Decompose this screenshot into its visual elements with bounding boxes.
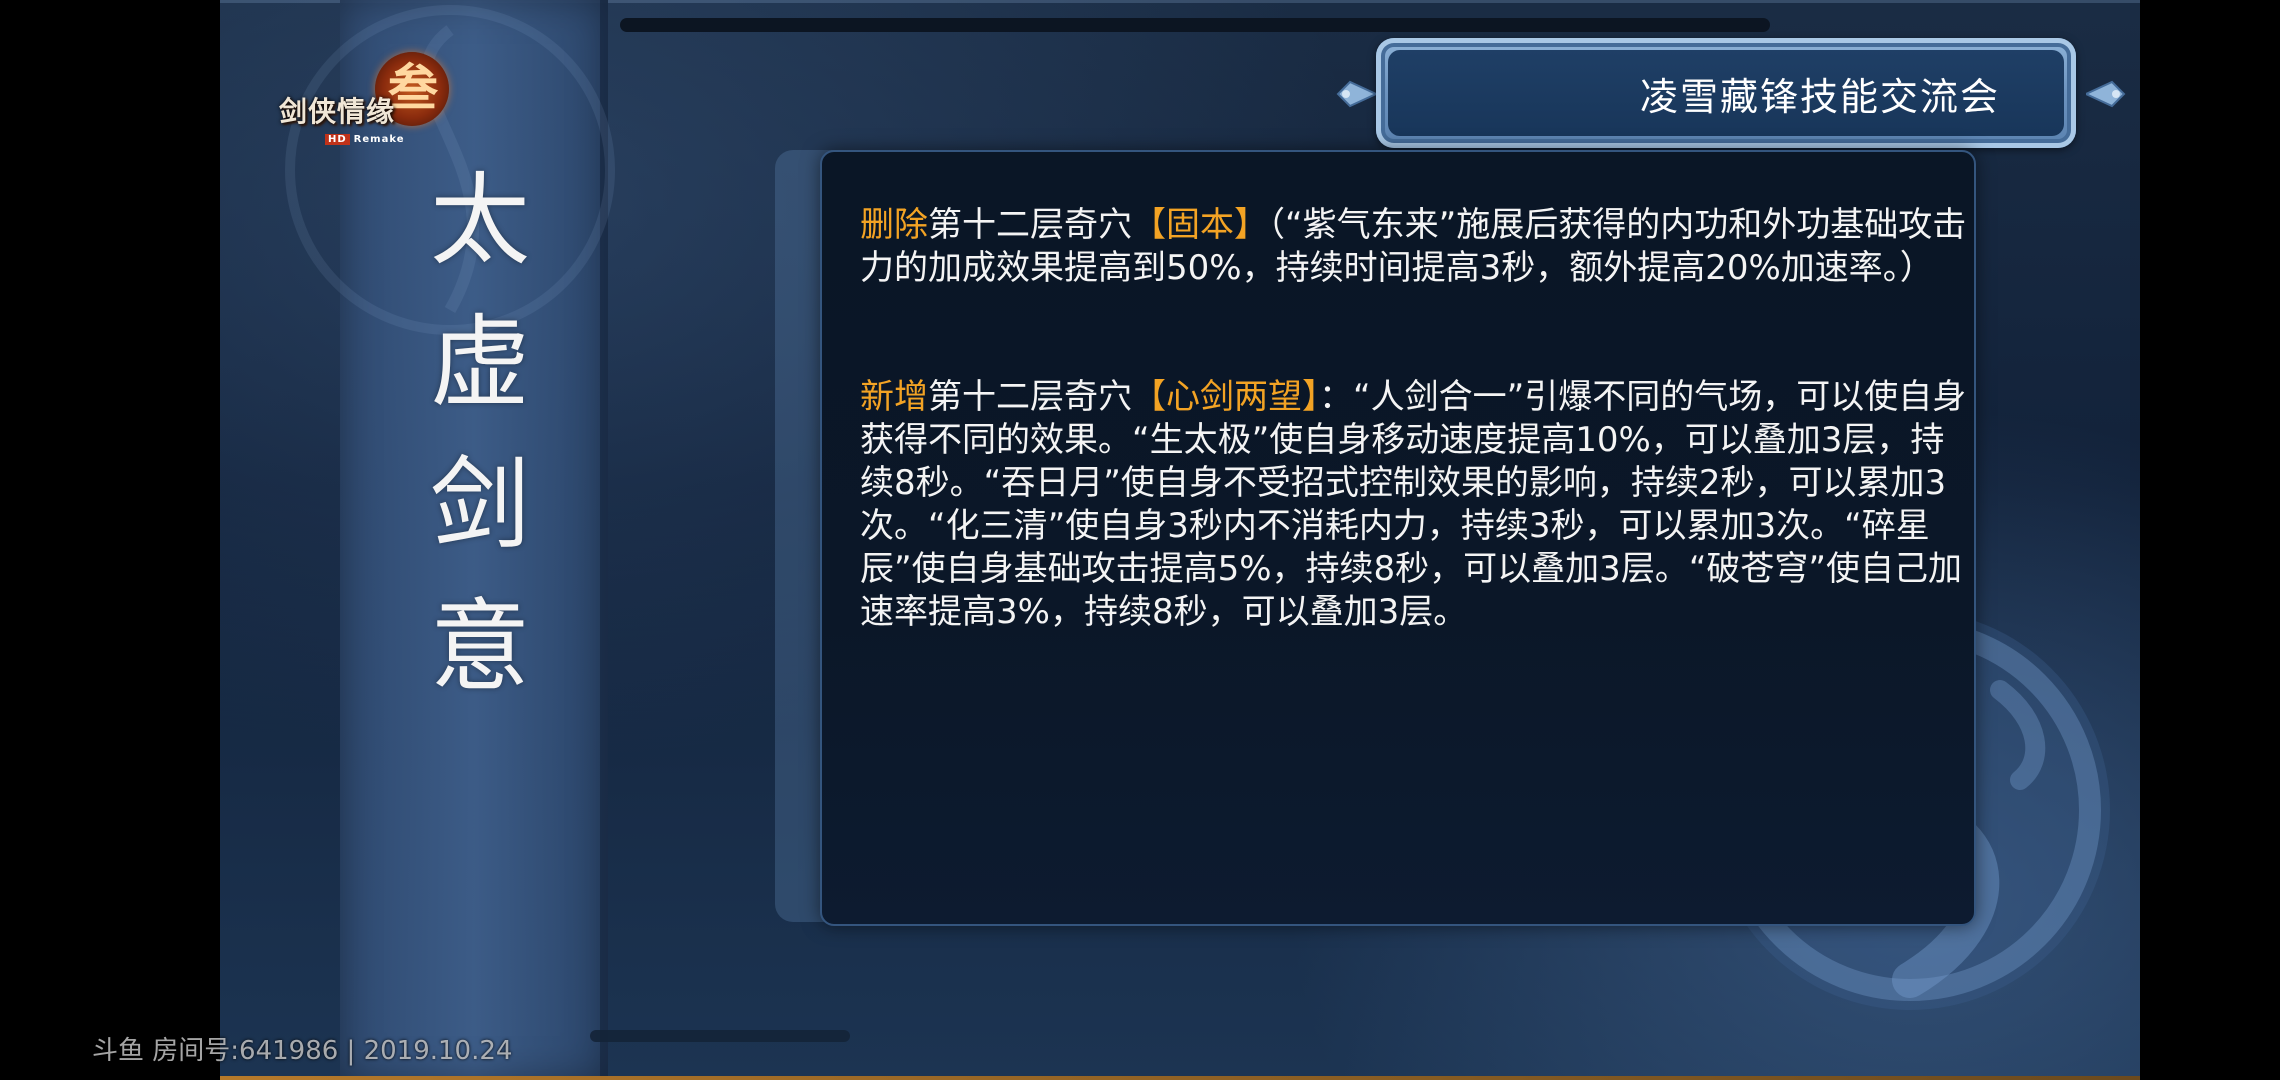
change-prefix: 第十二层奇穴: [928, 205, 1132, 245]
screen: 叁 剑侠情缘 HD Remake 太 虚 剑 意 凌雪藏锋技能交流会 删除第十二…: [0, 0, 2280, 1080]
vertical-title-char: 虚: [430, 304, 530, 421]
change-prefix: 第十二层奇穴: [928, 377, 1132, 417]
banner-ornament-left-icon: [1336, 80, 1376, 108]
change-action: 新增: [860, 377, 928, 417]
banner-ornament-right-icon: [2086, 80, 2126, 108]
vertical-title: 太 虚 剑 意: [410, 150, 550, 718]
presentation-slide: 叁 剑侠情缘 HD Remake 太 虚 剑 意 凌雪藏锋技能交流会 删除第十二…: [220, 0, 2140, 1080]
talent-name: 【心剑两望】: [1132, 377, 1319, 417]
vertical-title-char: 意: [430, 588, 530, 705]
stream-watermark: 斗鱼 房间号:641986 | 2019.10.24: [92, 1036, 513, 1066]
change-entry-added: 新增第十二层奇穴【心剑两望】：“人剑合一”引爆不同的气场，可以使自身获得不同的效…: [860, 376, 1970, 634]
vertical-title-char: 剑: [430, 446, 530, 563]
change-action: 删除: [860, 205, 928, 245]
header-banner: 凌雪藏锋技能交流会: [1336, 38, 2126, 154]
game-logo: 叁 剑侠情缘 HD Remake: [265, 52, 455, 145]
content-panel: 删除第十二层奇穴【固本】（“紫气东来”施展后获得的内功和外功基础攻击力的加成效果…: [820, 150, 1976, 926]
panel-content: 删除第十二层奇穴【固本】（“紫气东来”施展后获得的内功和外功基础攻击力的加成效果…: [860, 204, 1970, 634]
talent-name: 【固本】: [1132, 205, 1268, 245]
top-rule-dark: [620, 18, 1770, 32]
logo-text: 剑侠情缘: [279, 95, 396, 128]
logo-remake: HD Remake: [325, 134, 405, 145]
change-entry-removed: 删除第十二层奇穴【固本】（“紫气东来”施展后获得的内功和外功基础攻击力的加成效果…: [860, 204, 1970, 290]
bottom-edge: [220, 1076, 2140, 1080]
logo-remake-label: Remake: [353, 134, 405, 145]
banner-title: 凌雪藏锋技能交流会: [1639, 74, 2000, 119]
logo-hd-badge: HD: [325, 134, 350, 145]
bottom-decor-bar: [590, 1030, 850, 1042]
vertical-title-char: 太: [430, 162, 530, 279]
